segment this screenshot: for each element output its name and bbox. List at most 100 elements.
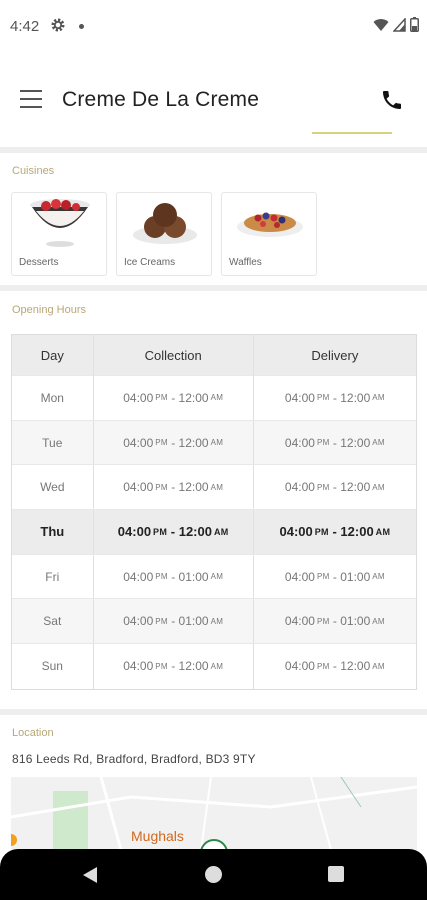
ampm-label: PM — [153, 526, 168, 537]
time-value: 04:00 — [279, 524, 313, 540]
time-value: 01:00 — [340, 569, 371, 584]
delivery-cell: 04:00 PM - 12:00 AM — [284, 390, 385, 405]
location-map[interactable]: Mughals — [11, 777, 417, 850]
time-value: 04:00 — [123, 435, 154, 450]
time-value: 12:00 — [340, 659, 371, 674]
delivery-cell: 04:00 PM - 12:00 AM — [284, 659, 385, 674]
divider — [0, 285, 427, 291]
ampm-label: AM — [210, 616, 224, 626]
ampm-label: AM — [210, 661, 224, 671]
system-nav-bar — [0, 849, 427, 900]
dessert-bowl-icon — [30, 199, 90, 247]
ampm-label: AM — [372, 616, 385, 626]
time-value: 12:00 — [340, 480, 371, 495]
table-row: Thu 04:00 PM - 12:00 AM 04:00 PM - 12:00 AM — [12, 510, 416, 555]
table-row: Fri 04:00 PM - 01:00 AM 04:00 PM - 01:00 AM — [12, 554, 416, 600]
time-value: 04:00 — [123, 659, 154, 674]
ampm-label: PM — [316, 661, 330, 671]
time-value: 01:00 — [178, 569, 209, 584]
day-cell: Sun — [12, 644, 94, 689]
time-value: 04:00 — [123, 480, 154, 495]
time-value: 12:00 — [178, 524, 212, 540]
collection-cell: 04:00 PM - 12:00 AM — [94, 644, 254, 689]
ampm-label: AM — [375, 526, 391, 537]
ampm-label: PM — [316, 616, 330, 626]
cuisines-heading: Cuisines — [12, 165, 55, 177]
time-value: 01:00 — [178, 614, 209, 629]
menu-icon[interactable] — [20, 90, 42, 108]
ampm-label: PM — [316, 482, 330, 492]
waffle-icon — [237, 212, 303, 237]
time-value: 12:00 — [340, 390, 371, 405]
day-cell: Fri — [12, 554, 94, 599]
phone-icon[interactable] — [380, 88, 404, 112]
time-value: 12:00 — [178, 480, 209, 495]
time-value: 12:00 — [178, 659, 209, 674]
header-delivery: Delivery — [311, 347, 359, 363]
time-value: 04:00 — [284, 435, 315, 450]
time-value: 12:00 — [178, 435, 209, 450]
delivery-cell: 04:00 PM - 12:00 AM — [284, 480, 385, 495]
ampm-label: PM — [155, 661, 168, 671]
back-icon[interactable] — [82, 866, 98, 884]
location-heading: Location — [12, 727, 54, 739]
cuisine-card-desserts[interactable]: Desserts — [11, 192, 107, 276]
ampm-label: AM — [210, 438, 224, 448]
time-value: 04:00 — [123, 390, 154, 405]
time-value: 04:00 — [123, 569, 154, 584]
ampm-label: PM — [316, 572, 330, 582]
cuisines-list: Desserts Ice Creams Waffles — [11, 192, 317, 276]
cuisine-card-waffles[interactable]: Waffles — [221, 192, 317, 276]
divider — [0, 709, 427, 715]
time-value: 12:00 — [340, 524, 374, 540]
status-time: 4:42 — [10, 18, 40, 35]
opening-hours-heading: Opening Hours — [12, 304, 86, 316]
table-row: Sun 04:00 PM - 12:00 AM 04:00 PM - 12:00 AM — [12, 644, 416, 689]
home-icon[interactable] — [205, 866, 222, 883]
ampm-label: PM — [155, 616, 168, 626]
ampm-label: PM — [155, 482, 168, 492]
wifi-icon — [373, 18, 389, 31]
ampm-label: PM — [316, 438, 330, 448]
day-cell: Wed — [12, 465, 94, 510]
address-text: 816 Leeds Rd, Bradford, Bradford, BD3 9T… — [12, 752, 256, 766]
day-cell: Tue — [12, 420, 94, 465]
recent-apps-icon[interactable] — [328, 866, 344, 882]
map-place-label: Mughals — [131, 828, 184, 844]
map-streets — [11, 777, 417, 850]
collection-cell: 04:00 PM - 12:00 AM — [94, 465, 254, 510]
ampm-label: PM — [155, 438, 168, 448]
cuisine-card-ice-creams[interactable]: Ice Creams — [116, 192, 212, 276]
active-tab-indicator — [312, 132, 392, 134]
time-value: 04:00 — [284, 614, 315, 629]
cuisine-label: Ice Creams — [124, 257, 176, 268]
time-value: 04:00 — [123, 614, 154, 629]
ampm-label: AM — [372, 393, 385, 403]
status-bar: 4:42 — [0, 0, 427, 55]
time-value: 12:00 — [178, 390, 209, 405]
ampm-label: AM — [372, 572, 385, 582]
ampm-label: PM — [316, 393, 330, 403]
battery-icon — [410, 17, 419, 32]
settings-gear-icon — [51, 18, 65, 32]
time-value: 04:00 — [284, 480, 315, 495]
time-value: 04:00 — [284, 390, 315, 405]
ampm-label: AM — [210, 572, 224, 582]
time-value: 04:00 — [284, 569, 315, 584]
day-cell: Thu — [12, 510, 94, 554]
divider — [0, 147, 427, 153]
ampm-label: AM — [372, 438, 385, 448]
header-day: Day — [12, 335, 94, 375]
time-value: 04:00 — [284, 659, 315, 674]
delivery-cell: 04:00 PM - 01:00 AM — [284, 569, 385, 584]
day-cell: Mon — [12, 376, 94, 420]
ampm-label: AM — [372, 482, 385, 492]
time-value: 04:00 — [117, 524, 152, 540]
app-bar: Creme De La Creme — [0, 55, 427, 147]
table-row: Sat 04:00 PM - 01:00 AM 04:00 PM - 01:00 AM — [12, 599, 416, 645]
delivery-cell: 04:00 PM - 12:00 AM — [279, 524, 391, 540]
collection-cell: 04:00 PM - 01:00 AM — [94, 599, 254, 644]
opening-hours-table: Day Collection Delivery Mon 04:00 PM - 12:… — [11, 334, 417, 690]
ampm-label: AM — [210, 393, 224, 403]
collection-cell: 04:00 PM - 12:00 AM — [94, 376, 254, 420]
